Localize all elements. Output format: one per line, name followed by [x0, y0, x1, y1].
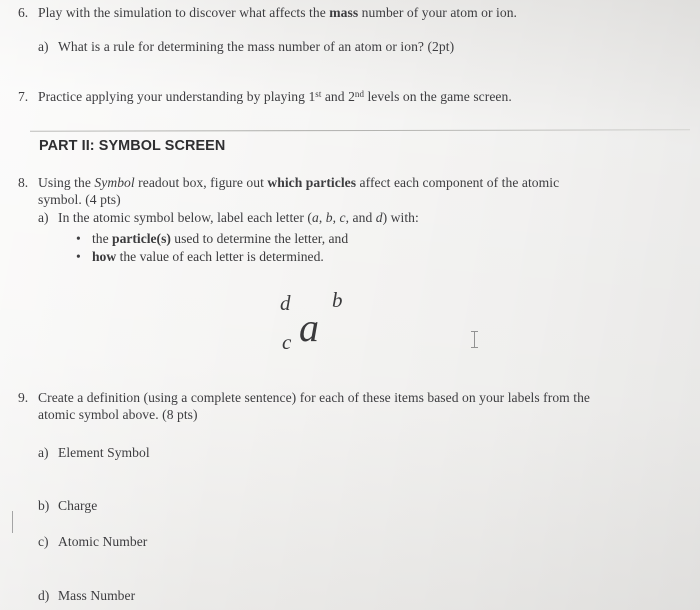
bullet-dot-icon: • [76, 249, 81, 264]
question-6-number: 6. [18, 5, 29, 20]
bullet-1-before: the [92, 231, 113, 246]
atomic-symbol-main-a: a [299, 305, 319, 350]
question-9c-label: c) [38, 534, 49, 549]
question-8-text-line2: symbol. (4 pts) [38, 192, 121, 207]
part-2-heading: PART II: SYMBOL SCREEN [39, 138, 226, 154]
question-6-text: Play with the simulation to discover wha… [38, 4, 517, 21]
bullet-dot-icon: • [76, 231, 81, 246]
bullet-2-bold: how [92, 249, 117, 264]
question-9d-label: d) [38, 588, 50, 603]
q8-bold-which-particles: which particles [267, 175, 357, 190]
q6-text-before: Play with the simulation to discover wha… [38, 5, 330, 20]
q8-italic-symbol: Symbol [94, 175, 135, 190]
question-9a-label: a) [38, 445, 49, 460]
question-9c-text: Atomic Number [58, 534, 148, 549]
question-6a-text: What is a rule for determining the mass … [58, 39, 455, 54]
q8-before-italic: Using the [38, 175, 95, 190]
section-divider [29, 129, 691, 132]
q7-part3: levels on the game screen. [364, 89, 512, 104]
question-8-bullet-2: • how the value of each letter is determi… [76, 248, 324, 265]
question-9-number: 9. [18, 390, 29, 405]
q8a-sep2: , [332, 210, 340, 225]
q8a-after: ) with: [382, 210, 419, 225]
question-8a-label: a) [38, 210, 49, 225]
q8-middle: readout box, figure out [134, 175, 268, 190]
q8a-sep1: , [318, 210, 326, 225]
q7-sup-nd: nd [354, 89, 364, 100]
q6-text-after: number of your atom or ion. [358, 5, 518, 20]
question-9-text-line2: atomic symbol above. (8 pts) [38, 407, 198, 422]
q6-bold-mass: mass [329, 5, 359, 20]
q7-part2: and 2 [321, 89, 355, 104]
question-9b-label: b) [38, 498, 50, 513]
atomic-symbol-subscript-left-c: c [282, 330, 292, 354]
letter-d-italic: d [375, 210, 383, 225]
q7-part1: Practice applying your understanding by … [38, 89, 316, 104]
question-8-number: 8. [18, 175, 29, 190]
question-6a-label: a) [38, 39, 49, 54]
letter-a-italic: a [312, 210, 319, 225]
atomic-symbol-superscript-right-b: b [332, 288, 343, 312]
bullet-1-after: used to determine the letter, and [170, 231, 349, 246]
bullet-1-bold: particle(s) [112, 231, 171, 246]
letter-b-italic: b [325, 210, 333, 225]
question-9-text-line1: Create a definition (using a complete se… [38, 390, 590, 405]
question-7-number: 7. [18, 89, 29, 104]
mouse-ibeam-cursor-icon [470, 330, 479, 349]
q8-after: affect each component of the atomic [356, 175, 560, 190]
question-8-bullet-1: • the particle(s) used to determine the l… [76, 230, 348, 247]
bullet-2-after: the value of each letter is determined. [116, 249, 324, 264]
question-8a-text: In the atomic symbol below, label each l… [58, 209, 419, 226]
q8a-sep3: , and [345, 210, 376, 225]
question-9d-text: Mass Number [58, 588, 136, 603]
text-caret-mark [12, 511, 14, 533]
q8a-before: In the atomic symbol below, label each l… [58, 210, 312, 225]
atomic-symbol-figure: d c a b [276, 288, 366, 366]
question-9a-text: Element Symbol [58, 445, 150, 460]
worksheet-page: 6. Play with the simulation to discover … [0, 0, 700, 610]
atomic-symbol-superscript-left-d: d [280, 291, 291, 315]
question-8-text-line1: Using the Symbol readout box, figure out… [38, 174, 559, 191]
question-9b-text: Charge [58, 498, 98, 513]
question-7-text: Practice applying your understanding by … [38, 88, 512, 105]
